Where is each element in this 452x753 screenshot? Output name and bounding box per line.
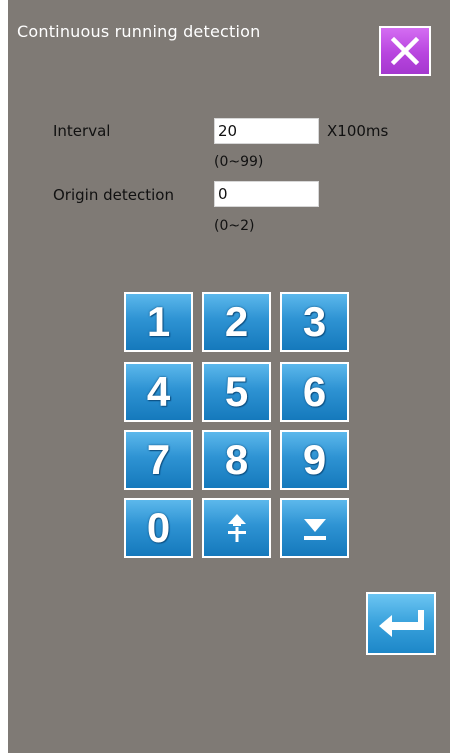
- key-2[interactable]: 2: [202, 292, 271, 352]
- down-button[interactable]: [280, 498, 349, 558]
- key-3[interactable]: 3: [280, 292, 349, 352]
- close-button[interactable]: [379, 26, 431, 76]
- origin-detection-input[interactable]: 0: [214, 181, 319, 207]
- key-6[interactable]: 6: [280, 362, 349, 422]
- interval-unit: X100ms: [327, 122, 389, 140]
- interval-input[interactable]: 20: [214, 118, 319, 144]
- dialog-title: Continuous running detection: [17, 22, 261, 41]
- origin-detection-label: Origin detection: [53, 186, 174, 204]
- key-0[interactable]: 0: [124, 498, 193, 558]
- shift-icon: [227, 514, 246, 542]
- interval-label: Interval: [53, 122, 111, 140]
- interval-range: (0~99): [214, 154, 264, 170]
- key-4[interactable]: 4: [124, 362, 193, 422]
- origin-detection-range: (0~2): [214, 218, 255, 234]
- close-icon: [390, 36, 420, 66]
- down-icon: [303, 519, 326, 540]
- key-9[interactable]: 9: [280, 430, 349, 490]
- enter-icon: [379, 609, 424, 637]
- shift-button[interactable]: [202, 498, 271, 558]
- key-5[interactable]: 5: [202, 362, 271, 422]
- key-8[interactable]: 8: [202, 430, 271, 490]
- key-1[interactable]: 1: [124, 292, 193, 352]
- enter-button[interactable]: [366, 592, 436, 655]
- key-7[interactable]: 7: [124, 430, 193, 490]
